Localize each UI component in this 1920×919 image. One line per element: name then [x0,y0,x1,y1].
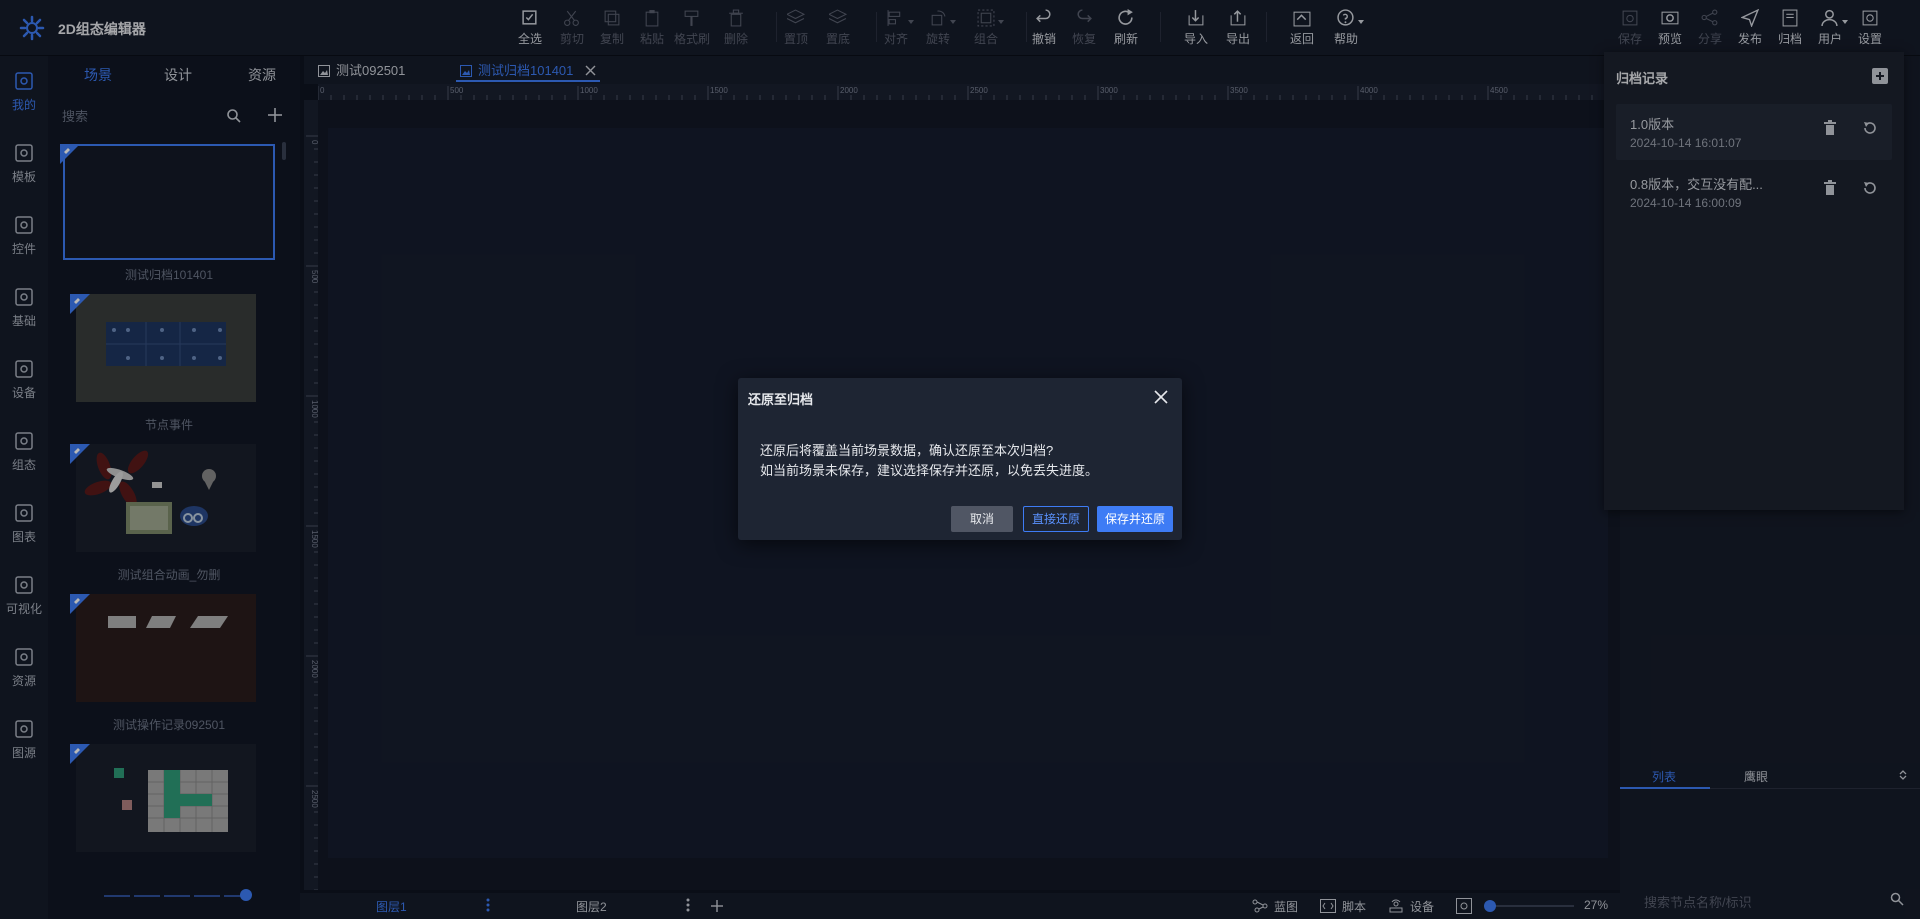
dialog-title: 还原至归档 [748,392,814,407]
cancel-button[interactable]: 取消 [951,506,1013,532]
direct-restore-button[interactable]: 直接还原 [1023,506,1089,532]
save-and-restore-button[interactable]: 保存并还原 [1097,506,1173,532]
restore-dialog: 还原至归档 还原后将覆盖当前场景数据，确认还原至本次归档? 如当前场景未保存，建… [738,378,1182,540]
dialog-message-line-1: 还原后将覆盖当前场景数据，确认还原至本次归档? [760,443,1054,458]
dialog-message-line-2: 如当前场景未保存，建议选择保存并还原，以免丢失进度。 [760,463,1099,478]
close-icon[interactable] [1154,390,1168,404]
